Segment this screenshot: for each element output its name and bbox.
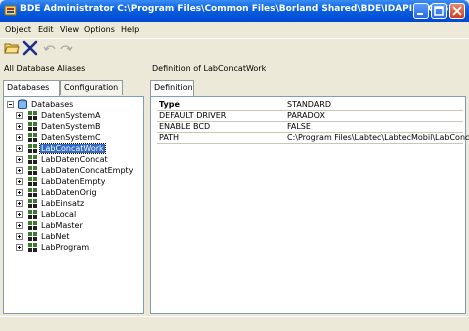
undo-icon[interactable] <box>42 40 58 56</box>
tree-item-label: DatenSystemA <box>41 111 101 120</box>
tree-item-label: DatenSystemC <box>41 133 101 142</box>
database-alias-icon <box>28 144 37 153</box>
menu-object[interactable]: Object <box>5 25 31 34</box>
menu-help[interactable]: Help <box>121 25 139 34</box>
bde-app-icon <box>4 5 17 16</box>
tree-item-label: LabMaster <box>41 221 83 230</box>
definition-key: Type <box>159 100 180 109</box>
expand-icon[interactable] <box>16 244 23 251</box>
definition-key: DEFAULT DRIVER <box>159 111 227 120</box>
database-alias-icon <box>28 199 37 208</box>
tree-item-label: LabDatenEmpty <box>41 177 106 186</box>
main-window: BDE Administrator C:\Program Files\Commo… <box>0 0 469 331</box>
definition-key: PATH <box>159 133 180 142</box>
tab-databases[interactable]: Databases <box>3 80 60 96</box>
tab-configuration[interactable]: Configuration <box>60 80 123 95</box>
tree-item-label: LabDatenConcat <box>41 155 108 164</box>
tree-item-label: DatenSystemB <box>41 122 101 131</box>
definition-key: ENABLE BCD <box>159 122 211 131</box>
database-tree[interactable]: Databases DatenSystemA DatenSystemB Date… <box>3 96 144 314</box>
database-alias-icon <box>28 188 37 197</box>
expand-icon[interactable] <box>16 189 23 196</box>
definition-row[interactable]: Type STANDARD <box>157 100 463 111</box>
database-alias-icon <box>28 232 37 241</box>
database-alias-icon <box>28 177 37 186</box>
tree-item-label: LabDatenConcatEmpty <box>41 166 134 175</box>
expand-icon[interactable] <box>16 134 23 141</box>
expand-icon[interactable] <box>16 200 23 207</box>
expand-icon[interactable] <box>16 145 23 152</box>
toolbar <box>0 38 469 57</box>
tree-root-label: Databases <box>31 100 74 109</box>
database-alias-icon <box>28 111 37 120</box>
database-alias-icon <box>28 155 37 164</box>
close-button[interactable] <box>449 3 465 19</box>
maximize-icon <box>434 6 444 16</box>
database-alias-icon <box>28 133 37 142</box>
status-bar <box>0 316 469 331</box>
menu-view[interactable]: View <box>60 25 79 34</box>
database-alias-icon <box>28 221 37 230</box>
database-alias-icon <box>28 210 37 219</box>
tree-item-label: LabEinsatz <box>41 199 85 208</box>
menu-edit[interactable]: Edit <box>38 25 54 34</box>
left-caption: All Database Aliases <box>4 64 86 73</box>
tree-item-label: LabNet <box>41 232 70 241</box>
definition-value[interactable]: STANDARD <box>287 100 331 110</box>
definition-row[interactable]: PATH C:\Program Files\Labtec\LabtecMobil… <box>157 133 469 144</box>
caption-row: All Database Aliases Definition of LabCo… <box>0 62 469 76</box>
panel-splitter[interactable] <box>145 62 148 316</box>
expand-icon[interactable] <box>16 167 23 174</box>
open-folder-icon[interactable] <box>4 40 20 56</box>
definition-value[interactable]: PARADOX <box>287 111 325 121</box>
title-bar[interactable]: BDE Administrator C:\Program Files\Commo… <box>0 0 469 22</box>
right-caption: Definition of LabConcatWork <box>152 64 267 73</box>
expand-icon[interactable] <box>16 233 23 240</box>
definition-row[interactable]: DEFAULT DRIVER PARADOX <box>157 111 463 122</box>
delete-x-icon[interactable] <box>22 40 38 56</box>
minimize-button[interactable] <box>413 3 429 19</box>
maximize-button[interactable] <box>431 3 447 19</box>
definition-value[interactable]: FALSE <box>287 122 311 132</box>
expand-icon[interactable] <box>16 222 23 229</box>
tree-item-label: LabLocal <box>41 210 77 219</box>
redo-icon[interactable] <box>58 40 74 56</box>
expand-icon[interactable] <box>16 112 23 119</box>
databases-root-icon <box>18 99 27 110</box>
definition-row[interactable]: ENABLE BCD FALSE <box>157 122 463 133</box>
expand-icon[interactable] <box>16 211 23 218</box>
close-icon <box>452 6 462 16</box>
definition-grid[interactable]: Type STANDARD DEFAULT DRIVER PARADOX ENA… <box>150 96 469 314</box>
menu-bar: Object Edit View Options Help <box>0 22 469 38</box>
expand-icon[interactable] <box>16 178 23 185</box>
database-alias-icon <box>28 243 37 252</box>
tree-item-label: LabConcatWork <box>39 143 106 154</box>
window-title: BDE Administrator C:\Program Files\Commo… <box>20 4 449 14</box>
menu-options[interactable]: Options <box>84 25 115 34</box>
collapse-icon[interactable] <box>7 101 14 108</box>
expand-icon[interactable] <box>16 123 23 130</box>
database-alias-icon <box>28 166 37 175</box>
minimize-icon <box>417 13 423 15</box>
tab-definition[interactable]: Definition <box>150 80 194 96</box>
tree-item-label: LabDatenOrig <box>41 188 97 197</box>
tree-item-label: LabProgram <box>41 243 90 252</box>
expand-icon[interactable] <box>16 156 23 163</box>
definition-value[interactable]: C:\Program Files\Labtec\LabtecMobil\LabC… <box>287 133 469 143</box>
database-alias-icon <box>28 122 37 131</box>
